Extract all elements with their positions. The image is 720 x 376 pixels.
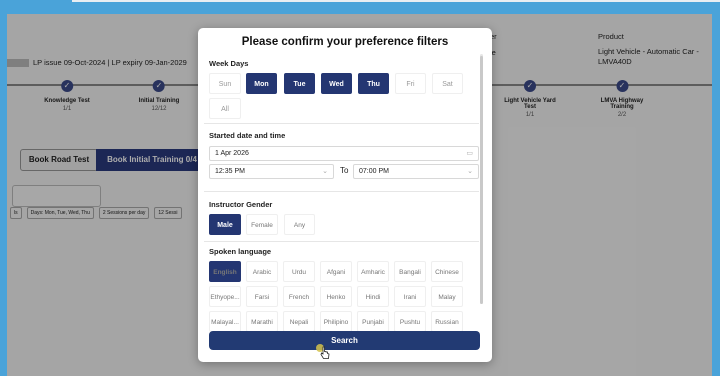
language-option[interactable]: Arabic (246, 261, 278, 282)
language-option[interactable]: Philipino (320, 311, 352, 332)
hand-cursor-icon (320, 346, 330, 359)
to-label: To (340, 166, 349, 175)
language-option[interactable]: Marathi (246, 311, 278, 332)
chevron-down-icon: ⌄ (467, 168, 473, 175)
day-fri[interactable]: Fri (395, 73, 426, 94)
window-frame-top (0, 0, 720, 14)
instructor-gender-label: Instructor Gender (209, 200, 273, 209)
divider (204, 123, 479, 124)
language-option[interactable]: Afgani (320, 261, 352, 282)
language-option[interactable]: Chinese (431, 261, 463, 282)
language-option[interactable]: Henko (320, 286, 352, 307)
modal-title: Please confirm your preference filters (241, 36, 449, 48)
language-option[interactable]: Amharic (357, 261, 389, 282)
language-option[interactable]: Malay (431, 286, 463, 307)
gender-any[interactable]: Any (284, 214, 315, 235)
language-option[interactable]: French (283, 286, 315, 307)
language-option[interactable]: Malayal... (209, 311, 241, 332)
language-option[interactable]: Urdu (283, 261, 315, 282)
time-from-select[interactable]: 12:35 PM ⌄ (209, 164, 334, 179)
language-option[interactable]: English (209, 261, 241, 282)
language-option[interactable]: Farsi (246, 286, 278, 307)
language-option[interactable]: Punjabi (357, 311, 389, 332)
day-tue[interactable]: Tue (284, 73, 315, 94)
search-button[interactable]: Search (209, 331, 480, 350)
language-option[interactable]: Hindi (357, 286, 389, 307)
divider (204, 241, 479, 242)
chevron-down-icon: ⌄ (322, 168, 328, 175)
gender-female[interactable]: Female (246, 214, 278, 235)
day-sat[interactable]: Sat (432, 73, 463, 94)
window-top-edge (72, 0, 720, 2)
preference-filters-modal: Please confirm your preference filters W… (198, 28, 492, 362)
language-option[interactable]: Russian (431, 311, 463, 332)
date-field[interactable]: 1 Apr 2026 ▭ (209, 146, 479, 161)
language-option[interactable]: Pushtu (394, 311, 426, 332)
scrollbar-thumb[interactable] (480, 56, 483, 304)
language-option[interactable]: Bangali (394, 261, 426, 282)
week-days-label: Week Days (209, 59, 249, 68)
language-option[interactable]: Nepali (283, 311, 315, 332)
start-datetime-label: Started date and time (209, 131, 286, 140)
day-mon[interactable]: Mon (246, 73, 277, 94)
language-option[interactable]: Ethyope... (209, 286, 241, 307)
day-thu[interactable]: Thu (358, 73, 389, 94)
day-wed[interactable]: Wed (321, 73, 352, 94)
language-option[interactable]: Irani (394, 286, 426, 307)
spoken-language-label: Spoken language (209, 247, 272, 256)
time-to-select[interactable]: 07:00 PM ⌄ (353, 164, 479, 179)
gender-male[interactable]: Male (209, 214, 241, 235)
divider (204, 191, 479, 192)
calendar-icon: ▭ (466, 150, 473, 157)
day-sun[interactable]: Sun (209, 73, 241, 94)
day-all[interactable]: All (209, 98, 241, 119)
